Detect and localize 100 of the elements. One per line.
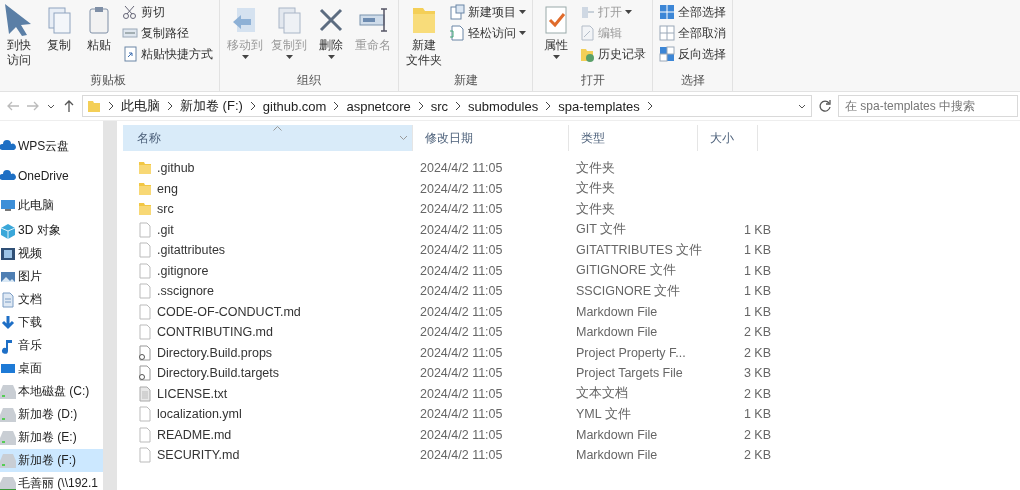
ribbon-button[interactable]: 新建 文件夹 <box>403 2 445 70</box>
refresh-icon <box>818 99 832 113</box>
date-cell-text: 2024/4/2 11:05 <box>419 222 504 237</box>
ribbon-button[interactable]: 复制 <box>40 2 78 55</box>
file-icon <box>137 262 153 279</box>
file-name[interactable]: LICENSE.txt <box>123 385 413 402</box>
file-name[interactable]: SECURITY.md <box>123 447 413 464</box>
ribbon-button[interactable]: 到快 访问 <box>0 2 38 70</box>
file-name[interactable]: .github <box>123 160 413 177</box>
ribbon-button[interactable]: 全部取消 <box>657 24 728 42</box>
type-cell-text: SSCIGNORE 文件 <box>575 282 682 300</box>
sidebar-item[interactable]: 3D 对象 <box>0 219 103 242</box>
size-cell-text: 2 KB <box>742 427 771 442</box>
sidebar-item[interactable]: 图片 <box>0 265 103 288</box>
back-arrow-icon <box>6 99 20 113</box>
caret-icon <box>519 10 526 14</box>
chevron-right-icon <box>645 101 654 111</box>
type-cell-text: Project Targets File <box>575 366 684 381</box>
ribbon-button[interactable]: 复制路径 <box>120 24 215 42</box>
chevron-right-icon <box>248 101 257 111</box>
breadcrumb[interactable]: 此电脑 <box>121 97 160 115</box>
breadcrumb[interactable]: spa-templates <box>558 98 640 114</box>
scissors-icon <box>122 4 138 20</box>
address-bar[interactable]: 此电脑 新加卷 (F:) github.com aspnetcore src submodules spa-templates <box>82 95 812 117</box>
file-name[interactable]: README.md <box>123 426 413 443</box>
column-header[interactable]: 修改日期 <box>413 125 569 151</box>
ribbon-button[interactable]: 历史记录 <box>577 45 648 63</box>
breadcrumb[interactable]: src <box>430 98 449 114</box>
sidebar-item[interactable]: 文档 <box>0 288 103 311</box>
date-cell-text: 2024/4/2 11:05 <box>419 161 504 176</box>
sidebar-item[interactable]: 桌面 <box>0 357 103 380</box>
chevron-down-icon <box>399 135 408 141</box>
file-icon <box>137 283 153 300</box>
folder-icon <box>87 99 101 113</box>
search-field[interactable]: 在 spa-templates 中搜索 <box>838 95 1018 117</box>
drive-icon <box>0 383 16 400</box>
size-cell-text: 1 KB <box>742 222 771 237</box>
date-cell-text: 2024/4/2 11:05 <box>419 427 504 442</box>
file-name[interactable]: Directory.Build.targets <box>123 365 413 382</box>
column-header[interactable]: 类型 <box>569 125 698 151</box>
file-name[interactable]: .git <box>123 221 413 238</box>
caret-icon <box>519 31 526 35</box>
sidebar-item[interactable]: 视频 <box>0 242 103 265</box>
breadcrumb[interactable]: submodules <box>468 98 539 114</box>
file-name[interactable]: CONTRIBUTING.md <box>123 324 413 341</box>
date-cell-text: 2024/4/2 11:05 <box>419 386 504 401</box>
folder-icon <box>137 180 153 197</box>
file-name[interactable]: CODE-OF-CONDUCT.md <box>123 303 413 320</box>
size-cell-text: 1 KB <box>742 407 771 422</box>
breadcrumb[interactable]: github.com <box>262 98 327 114</box>
date-cell-text: 2024/4/2 11:05 <box>419 202 504 217</box>
sidebar-item[interactable]: 下载 <box>0 311 103 334</box>
breadcrumb[interactable]: aspnetcore <box>346 98 411 114</box>
breadcrumb[interactable]: 新加卷 (F:) <box>180 97 243 115</box>
file-name[interactable]: .gitattributes <box>123 242 413 259</box>
sidebar-item[interactable]: 本地磁盘 (C:) <box>0 380 103 403</box>
ribbon-button[interactable]: 粘贴快捷方式 <box>120 45 215 63</box>
ribbon-button[interactable]: 属性 <box>537 2 575 61</box>
ribbon-button[interactable]: 全部选择 <box>657 3 728 21</box>
size-cell-text: 2 KB <box>742 325 771 340</box>
ribbon-button[interactable]: 粘贴 <box>80 2 118 55</box>
ribbon-button[interactable]: 轻松访问 <box>447 24 528 42</box>
column-header[interactable]: 大小 <box>698 125 758 151</box>
sidebar-item[interactable]: 新加卷 (D:) <box>0 403 103 426</box>
size-cell-text: 1 KB <box>742 243 771 258</box>
sidebar-item[interactable]: OneDrive <box>0 161 103 191</box>
file-name[interactable]: localization.yml <box>123 406 413 423</box>
type-cell-text: Markdown File <box>575 448 659 463</box>
file-name[interactable]: .gitignore <box>123 262 413 279</box>
file-icon <box>137 221 153 238</box>
type-cell-text: Markdown File <box>575 304 659 319</box>
type-cell-text: GITIGNORE 文件 <box>575 262 677 280</box>
chevron-right-icon <box>166 101 174 111</box>
sidebar-item[interactable]: 新加卷 (F:) <box>0 449 103 472</box>
drive-icon <box>0 452 16 469</box>
file-name[interactable]: .sscignore <box>123 283 413 300</box>
ribbon-button[interactable]: 新建项目 <box>447 3 528 21</box>
sidebar-item[interactable]: 音乐 <box>0 334 103 357</box>
caret-icon <box>552 55 560 59</box>
size-cell-text: 2 KB <box>742 345 771 360</box>
file-name[interactable]: Directory.Build.props <box>123 344 413 361</box>
folder-icon <box>137 201 153 218</box>
ribbon-button[interactable]: 删除 <box>312 2 350 61</box>
ribbon-button[interactable]: 反向选择 <box>657 45 728 63</box>
drive-icon <box>0 429 16 446</box>
sidebar-item[interactable]: 新加卷 (E:) <box>0 426 103 449</box>
ribbon-button[interactable]: 剪切 <box>120 3 215 21</box>
date-cell-text: 2024/4/2 11:05 <box>419 325 504 340</box>
file-name[interactable]: src <box>123 201 413 218</box>
file-name[interactable]: eng <box>123 180 413 197</box>
scrollbar[interactable] <box>103 121 117 490</box>
sidebar-item[interactable]: WPS云盘 <box>0 131 103 161</box>
date-cell-text: 2024/4/2 11:05 <box>419 345 504 360</box>
computer-icon <box>0 197 16 213</box>
sidebar-item[interactable]: 毛善丽 (\\192.1 <box>0 472 103 490</box>
file-icon <box>137 406 153 423</box>
date-cell-text: 2024/4/2 11:05 <box>419 243 504 258</box>
sidebar-item[interactable]: 此电脑 <box>0 191 103 219</box>
folder-icon <box>137 160 153 177</box>
column-header[interactable]: 名称 <box>123 125 413 151</box>
